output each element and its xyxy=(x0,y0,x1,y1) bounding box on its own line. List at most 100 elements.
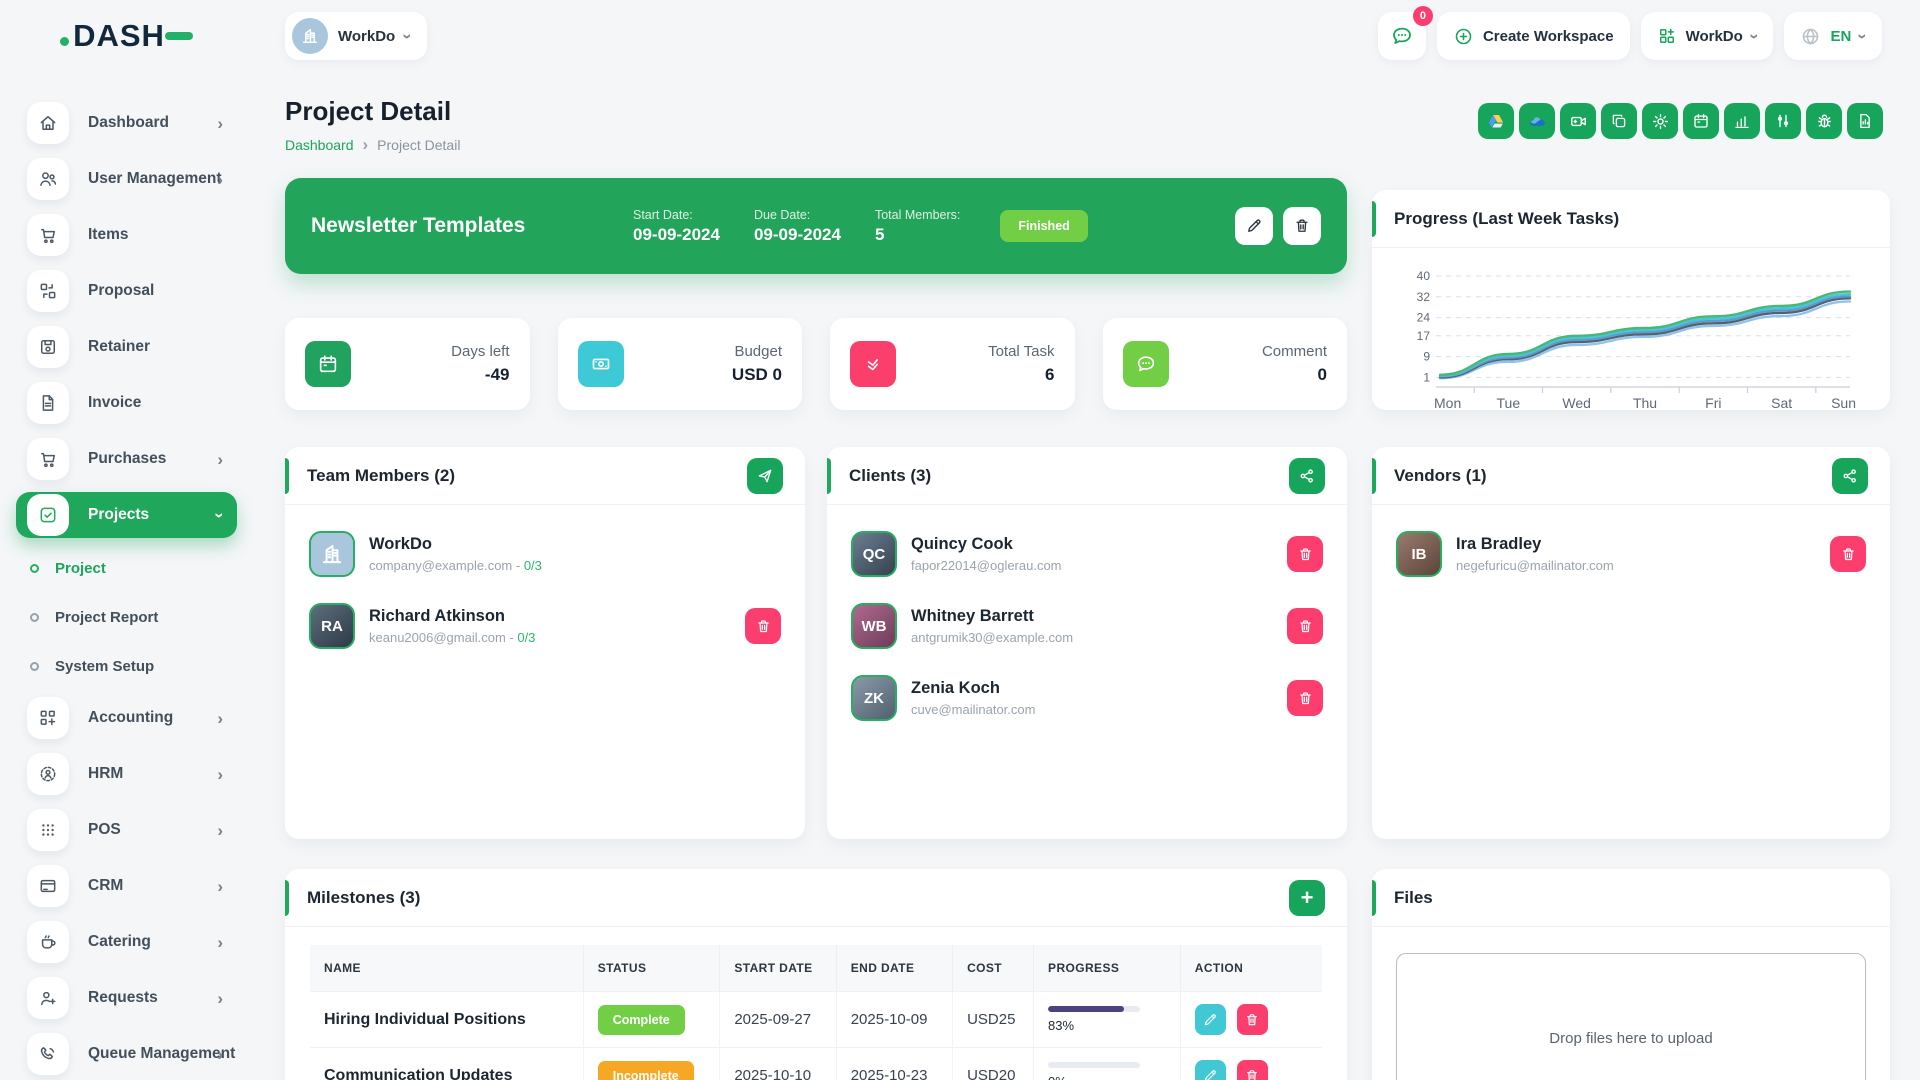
card-header: Vendors (1) xyxy=(1372,447,1890,505)
workspace-selector[interactable]: WorkDo xyxy=(285,12,427,60)
svg-text:Tue: Tue xyxy=(1497,395,1521,411)
onedrive-button[interactable] xyxy=(1519,103,1555,139)
card-header: Milestones (3) + xyxy=(285,869,1347,927)
remove-client-button[interactable] xyxy=(1287,536,1323,572)
stat-days-left: Days left -49 xyxy=(285,318,530,410)
breadcrumb-separator-icon xyxy=(363,136,369,153)
chevron-down-icon xyxy=(400,33,417,39)
avatar: RA xyxy=(309,603,355,649)
trash-icon xyxy=(755,618,772,635)
remove-member-button[interactable] xyxy=(745,608,781,644)
google-drive-button[interactable] xyxy=(1478,103,1514,139)
edit-project-button[interactable] xyxy=(1235,207,1273,245)
accent-bar xyxy=(827,458,831,494)
edit-milestone-button[interactable] xyxy=(1195,1060,1226,1080)
sidebar-item-retainer[interactable]: Retainer xyxy=(16,324,237,370)
google-drive-icon xyxy=(1486,111,1506,131)
sidebar-item-accounting[interactable]: Accounting xyxy=(16,695,237,741)
sidebar-item-purchases[interactable]: Purchases xyxy=(16,436,237,482)
sidebar-item-user-management[interactable]: User Management xyxy=(16,156,237,202)
sidebar-item-hrm[interactable]: HRM xyxy=(16,751,237,797)
sidebar-item-queue-management[interactable]: Queue Management xyxy=(16,1031,237,1077)
page-head: Project Detail Dashboard Project Detail xyxy=(285,96,460,153)
chevron-right-icon xyxy=(217,171,223,188)
video-meeting-icon xyxy=(1569,112,1588,131)
file-report-button[interactable] xyxy=(1847,103,1883,139)
sidebar-item-projects[interactable]: Projects xyxy=(16,492,237,538)
invite-member-button[interactable] xyxy=(747,458,783,494)
settings-button[interactable] xyxy=(1642,103,1678,139)
col-action: ACTION xyxy=(1180,945,1322,992)
plus-circle-icon xyxy=(1453,26,1474,47)
create-workspace-label: Create Workspace xyxy=(1483,28,1614,45)
breadcrumb-dashboard-link[interactable]: Dashboard xyxy=(285,137,354,153)
bug-report-button[interactable] xyxy=(1806,103,1842,139)
edit-milestone-button[interactable] xyxy=(1195,1004,1226,1035)
remove-client-button[interactable] xyxy=(1287,608,1323,644)
messages-button[interactable]: 0 xyxy=(1378,12,1426,60)
sidebar-item-crm[interactable]: CRM xyxy=(16,863,237,909)
create-workspace-button[interactable]: Create Workspace xyxy=(1437,12,1630,60)
chevron-right-icon xyxy=(217,115,223,132)
col-progress: PROGRESS xyxy=(1034,945,1181,992)
vendor-row: IB Ira Bradley negefuricu@mailinator.com xyxy=(1396,531,1866,577)
sidebar-subitem-project-report[interactable]: Project Report xyxy=(30,597,237,637)
file-dropzone[interactable]: Drop files here to upload xyxy=(1396,953,1866,1080)
home-icon xyxy=(27,102,69,144)
project-actions xyxy=(1235,207,1321,245)
sidebar-subitem-system-setup[interactable]: System Setup xyxy=(30,646,237,686)
share-vendors-button[interactable] xyxy=(1832,458,1868,494)
stat-comment: Comment 0 xyxy=(1103,318,1348,410)
milestones-table: NAME STATUS START DATE END DATE COST PRO… xyxy=(310,945,1322,1080)
vendors-card: Vendors (1) IB Ira Bradley negefuricu@ma… xyxy=(1372,447,1890,839)
accent-bar xyxy=(1372,458,1376,494)
sidebar-item-items[interactable]: Items xyxy=(16,212,237,258)
remove-client-button[interactable] xyxy=(1287,680,1323,716)
delete-milestone-button[interactable] xyxy=(1237,1004,1268,1035)
remove-vendor-button[interactable] xyxy=(1830,536,1866,572)
stats-row: Days left -49 Budget USD 0 Total Task 6 … xyxy=(285,318,1347,410)
bug-icon xyxy=(1815,112,1834,131)
language-selector[interactable]: EN xyxy=(1784,12,1882,60)
sidebar-subitem-project[interactable]: Project xyxy=(30,548,237,588)
sidebar-item-invoice[interactable]: Invoice xyxy=(16,380,237,426)
team-member-row: RA Richard Atkinson keanu2006@gmail.com0… xyxy=(309,603,781,649)
workspace-name: WorkDo xyxy=(338,28,395,45)
accent-bar xyxy=(1372,201,1376,237)
pencil-icon xyxy=(1202,1012,1218,1028)
add-milestone-button[interactable]: + xyxy=(1289,880,1325,916)
copy-button[interactable] xyxy=(1601,103,1637,139)
client-row: QC Quincy Cook fapor22014@oglerau.com xyxy=(851,531,1323,577)
coffee-icon xyxy=(27,921,69,963)
dash-logo[interactable]: DASH xyxy=(0,18,253,54)
avatar: QC xyxy=(851,531,897,577)
delete-milestone-button[interactable] xyxy=(1237,1060,1268,1080)
sidebar-item-requests[interactable]: Requests xyxy=(16,975,237,1021)
trash-icon xyxy=(1297,618,1314,635)
video-meeting-button[interactable] xyxy=(1560,103,1596,139)
trash-icon xyxy=(1244,1068,1260,1080)
sidebar-item-proposal[interactable]: Proposal xyxy=(16,268,237,314)
trash-icon xyxy=(1297,546,1314,563)
check-square-icon xyxy=(27,494,69,536)
money-icon xyxy=(578,341,624,387)
svg-text:Fri: Fri xyxy=(1705,395,1721,411)
app-switcher-button[interactable]: WorkDo xyxy=(1641,12,1774,60)
breadcrumb: Dashboard Project Detail xyxy=(285,136,460,153)
share-icon xyxy=(1298,467,1316,485)
share-icon xyxy=(1841,467,1859,485)
chat-bubble-icon xyxy=(1123,341,1169,387)
sidebar-item-catering[interactable]: Catering xyxy=(16,919,237,965)
send-icon xyxy=(756,467,774,485)
progress-bar xyxy=(1048,1006,1140,1012)
phone-icon xyxy=(27,1033,69,1075)
calendar-button[interactable] xyxy=(1683,103,1719,139)
sliders-button[interactable] xyxy=(1765,103,1801,139)
due-date-block: Due Date: 09-09-2024 xyxy=(754,208,841,245)
sidebar-item-pos[interactable]: POS xyxy=(16,807,237,853)
milestones-title: Milestones (3) xyxy=(307,888,420,908)
chart-button[interactable] xyxy=(1724,103,1760,139)
share-clients-button[interactable] xyxy=(1289,458,1325,494)
delete-project-button[interactable] xyxy=(1283,207,1321,245)
sidebar-item-dashboard[interactable]: Dashboard xyxy=(16,100,237,146)
